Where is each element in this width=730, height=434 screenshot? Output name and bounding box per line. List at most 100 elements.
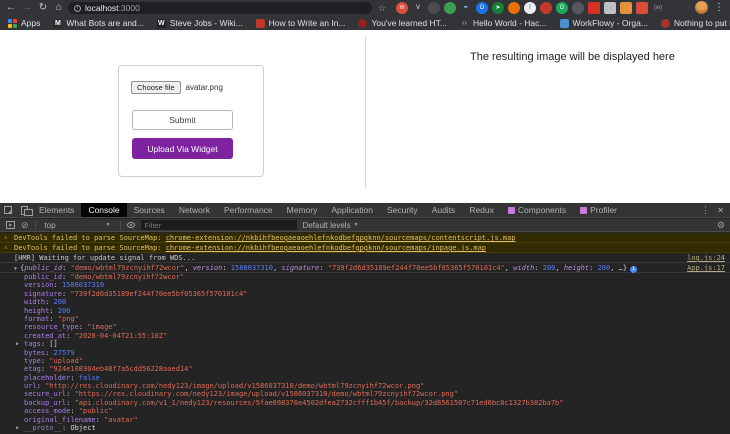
sourcemap-link[interactable]: chrome-extension://nkbihfbeogaeaoehlefnk… [166,244,486,252]
console-filter-input[interactable] [140,220,297,230]
bookmark-item[interactable]: ‹› Hello World - Hac... [460,18,546,28]
tab-console[interactable]: Console [81,203,127,217]
tab-sources[interactable]: Sources [127,203,172,217]
object-property-row[interactable]: public_id: "demo/wbtml79zcnyihf72wcor" [0,273,730,281]
devtools-close-icon[interactable]: ✕ [717,203,724,218]
expand-triangle-icon[interactable]: ▼ [14,266,17,272]
profile-avatar[interactable] [695,1,708,14]
ext-red-dot-icon[interactable] [540,2,552,14]
object-property-row[interactable]: signature: "739f2d6d35189ef244f70ee5bf05… [0,290,730,298]
live-expression-eye-icon[interactable] [126,222,135,228]
bookmark-item[interactable]: Apps [8,18,40,28]
log-levels-selector[interactable]: Default levels ▼ [303,221,359,230]
home-icon[interactable]: ⌂ [52,1,66,15]
ext-pen-icon[interactable]: ✒ [460,2,472,14]
ext-grammarly-icon[interactable]: G [556,2,568,14]
tab-elements[interactable]: Elements [32,203,81,217]
object-property-row[interactable]: ▶ tags: [] [0,340,730,348]
object-property-row[interactable]: ▶ __proto__: Object [0,424,730,432]
browser-menu-icon[interactable]: ⋮ [714,1,724,15]
property-colon: : [70,373,79,382]
choose-file-button[interactable]: Choose file [131,81,181,94]
tab-profiler[interactable]: Profiler [573,203,624,217]
tab-network[interactable]: Network [172,203,217,217]
devtools-settings-icon[interactable]: ⚙ [717,219,725,232]
clear-console-icon[interactable]: ⊘ [21,220,29,230]
sourcemap-link[interactable]: chrome-extension://nkbihfbeogaeaoehlefnk… [166,234,516,242]
bookmark-item[interactable]: WorkFlowy - Orga... [559,18,648,28]
console-warning-row[interactable]: ⚠ DevTools failed to parse SourceMap: chr… [0,233,730,243]
tab-memory[interactable]: Memory [280,203,325,217]
bookmark-star-icon[interactable]: ☆ [378,2,386,14]
expand-triangle-icon[interactable]: ▶ [16,340,19,348]
ext-ring-icon[interactable] [428,2,440,14]
bookmark-item[interactable]: How to Write an In... [255,18,345,28]
devtools-more-icon[interactable]: ⋮ [701,203,710,218]
tab-redux[interactable]: Redux [462,203,501,217]
ext-red-sq-icon[interactable] [588,2,600,14]
object-property-row[interactable]: format: "png" [0,315,730,323]
tab-application[interactable]: Application [324,203,380,217]
bookmark-item[interactable]: W Steve Jobs - Wiki... [156,18,243,28]
submit-button[interactable]: Submit [132,110,233,130]
console-object-summary-row[interactable]: ▼ {public_id: "demo/wbtml79zcnyihf72wcor"… [0,263,730,273]
upload-via-widget-button[interactable]: Upload Via Widget [132,138,233,159]
info-icon[interactable]: i [630,266,638,273]
device-toolbar-icon[interactable] [16,203,33,217]
object-property-row[interactable]: placeholder: false [0,374,730,382]
object-property-row[interactable]: height: 200 [0,307,730,315]
console-sidebar-toggle-icon[interactable]: ▶ [6,221,15,229]
browser-window: ← → ↻ ⌂ i localhost:3000 ☆ m V ✒ O ➤ f G (w) ⋮ … [0,0,730,434]
back-icon[interactable]: ← [4,1,18,15]
ext-orange-sq-icon[interactable] [620,2,632,14]
ext-redface-sq-icon[interactable] [636,2,648,14]
ext-f-icon[interactable]: f [524,2,536,14]
ext-blue-o-icon[interactable]: O [476,2,488,14]
apps-grid-icon [8,18,17,28]
object-property-row[interactable]: access_mode: "public" [0,407,730,415]
ext-grey-sq-icon[interactable] [604,2,616,14]
property-colon: : [78,323,88,332]
tab-label: Security [386,205,418,215]
object-property-row[interactable]: version: 1586037310 [0,281,730,289]
url-bar[interactable]: i localhost:3000 [68,2,372,14]
object-property-row[interactable]: secure_url: "https://res.cloudinary.com/… [0,390,730,398]
bookmark-item[interactable]: You've learned HT... [358,18,447,28]
source-location-link[interactable]: log.js:24 [687,253,725,263]
object-property-row[interactable]: resource_type: "image" [0,323,730,331]
red-circle-icon [358,18,368,28]
ext-green-arrow-icon[interactable]: ➤ [492,2,504,14]
ext-green-icon[interactable] [444,2,456,14]
console-log-row[interactable]: [HMR] Waiting for update signal from WDS… [0,253,730,263]
site-info-icon[interactable]: i [74,4,81,12]
tab-security[interactable]: Security [380,203,425,217]
inspect-element-icon[interactable] [0,203,16,217]
ext-orange-grid-icon[interactable] [508,2,520,14]
ext-w-icon[interactable]: (w) [652,2,664,14]
object-property-row[interactable]: original_filename: "avatar" [0,416,730,424]
object-property-row[interactable]: etag: "924e108304eb48f7a5cdd56228aaed14" [0,365,730,373]
tab-performance[interactable]: Performance [217,203,280,217]
object-property-row[interactable]: url: "http://res.cloudinary.com/nedy123/… [0,382,730,390]
source-location-link[interactable]: App.js:17 [687,263,725,273]
property-value: "2020-04-04T21:55:10Z" [74,331,168,340]
bookmarks-overflow-icon[interactable]: » [719,18,724,28]
object-property-row[interactable]: backup_url: "api.cloudinary.com/v1_1/ned… [0,399,730,407]
console-warning-row[interactable]: ⚠ DevTools failed to parse SourceMap: chr… [0,243,730,253]
context-selector[interactable]: top ▼ [42,221,114,230]
address-bar: ← → ↻ ⌂ i localhost:3000 ☆ m V ✒ O ➤ f G (w) ⋮ [0,0,730,16]
ext-m-icon[interactable]: m [396,2,408,14]
reload-icon[interactable]: ↻ [36,1,50,15]
ext-dark-ring-icon[interactable] [572,2,584,14]
object-property-row[interactable]: created_at: "2020-04-04T21:55:10Z" [0,332,730,340]
object-property-row[interactable]: type: "upload" [0,357,730,365]
tab-components[interactable]: Components [501,203,573,217]
object-property-row[interactable]: bytes: 27579 [0,349,730,357]
bookmark-item[interactable]: M What Bots are and... [53,18,144,28]
tab-audits[interactable]: Audits [425,203,463,217]
ext-v-icon[interactable]: V [412,2,424,14]
expand-triangle-icon[interactable]: ▶ [16,424,19,432]
bookmark-label: What Bots are and... [66,18,144,28]
object-property-row[interactable]: width: 200 [0,298,730,306]
forward-icon[interactable]: → [20,1,34,15]
